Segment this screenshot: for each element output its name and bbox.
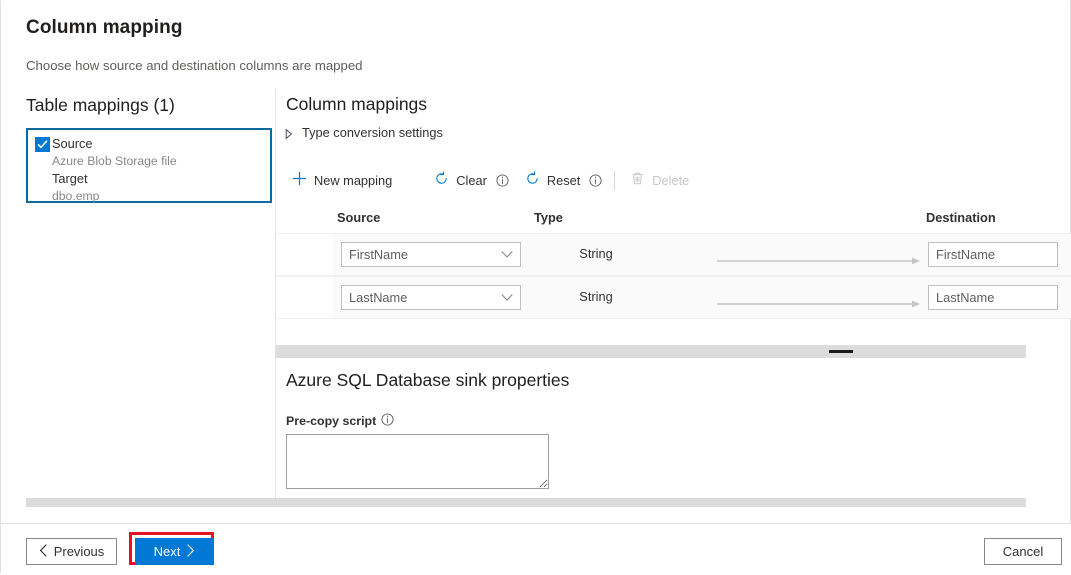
table-row: FirstName String (276, 233, 1071, 276)
chevron-left-icon (39, 544, 48, 560)
precopy-script-label-row: Pre-copy script (286, 413, 886, 429)
chevron-down-icon (501, 246, 513, 264)
chevron-down-icon (501, 289, 513, 307)
source-column-dropdown[interactable]: FirstName (341, 242, 521, 267)
cancel-button[interactable]: Cancel (984, 538, 1062, 565)
next-label: Next (154, 544, 181, 559)
mapping-toolbar: New mapping Clear (286, 167, 695, 193)
panel-splitter[interactable] (276, 345, 1026, 358)
precopy-info-icon[interactable] (381, 413, 394, 429)
previous-label: Previous (54, 544, 105, 559)
previous-button[interactable]: Previous (26, 538, 117, 565)
reset-button[interactable]: Reset (519, 168, 586, 192)
next-button[interactable]: Next (135, 538, 214, 565)
header-destination: Destination (926, 210, 996, 225)
header-source: Source (337, 210, 380, 225)
sink-properties-section: Azure SQL Database sink properties Pre-c… (286, 370, 886, 494)
table-mapping-checkbox[interactable] (35, 137, 50, 152)
delete-label: Delete (652, 173, 689, 188)
card-source-label: Source (52, 136, 93, 151)
source-column-dropdown[interactable]: LastName (341, 285, 521, 310)
trash-icon (630, 171, 645, 189)
mapping-arrow-icon (717, 295, 922, 303)
refresh-icon (525, 171, 540, 189)
table-row: LastName String (276, 276, 1071, 319)
delete-button[interactable]: Delete (624, 168, 695, 192)
mapping-grid-body: FirstName String (276, 233, 1071, 319)
header-type: Type (534, 210, 563, 225)
toolbar-separator (614, 171, 615, 190)
column-mapping-page: Column mapping Choose how source and des… (0, 0, 1071, 573)
page-subtitle: Choose how source and destination column… (26, 58, 363, 73)
next-button-highlight: Next (129, 532, 214, 565)
mapping-grid-header: Source Type Destination (276, 205, 1071, 231)
chevron-right-icon (284, 127, 294, 139)
column-mappings-title: Column mappings (286, 94, 427, 115)
column-mappings-panel: Column mappings Type conversion settings… (276, 89, 1071, 501)
card-source-value: Azure Blob Storage file (52, 154, 177, 168)
table-mappings-title: Table mappings (1) (26, 95, 175, 116)
clear-label: Clear (456, 173, 487, 188)
card-target-label: Target (52, 171, 88, 186)
splitter-grip (829, 350, 853, 353)
page-title: Column mapping (26, 17, 183, 39)
precopy-script-label: Pre-copy script (286, 414, 376, 428)
refresh-icon (434, 171, 449, 189)
source-column-value: LastName (349, 290, 501, 305)
type-conversion-settings-label: Type conversion settings (302, 125, 443, 140)
sink-properties-title: Azure SQL Database sink properties (286, 370, 886, 391)
reset-info-icon[interactable] (589, 174, 602, 187)
column-type-value: String (531, 246, 661, 261)
reset-label: Reset (547, 173, 580, 188)
clear-button[interactable]: Clear (428, 168, 493, 192)
column-type-value: String (531, 289, 661, 304)
mapping-arrow-icon (717, 252, 922, 260)
card-target-value: dbo.emp (52, 189, 99, 203)
precopy-script-textarea[interactable] (286, 434, 549, 489)
horizontal-scrollbar[interactable] (26, 498, 1026, 507)
new-mapping-label: New mapping (314, 173, 392, 188)
plus-icon (292, 171, 307, 189)
source-column-value: FirstName (349, 247, 501, 262)
table-mappings-panel: Table mappings (1) Source Azure Blob Sto… (1, 89, 275, 501)
chevron-right-icon (186, 544, 195, 560)
new-mapping-button[interactable]: New mapping (286, 168, 398, 192)
cancel-label: Cancel (1003, 544, 1043, 559)
table-mapping-card[interactable]: Source Azure Blob Storage file Target db… (26, 128, 272, 203)
destination-column-input[interactable] (928, 285, 1058, 310)
destination-column-input[interactable] (928, 242, 1058, 267)
clear-info-icon[interactable] (496, 174, 509, 187)
type-conversion-settings-toggle[interactable]: Type conversion settings (284, 125, 443, 140)
